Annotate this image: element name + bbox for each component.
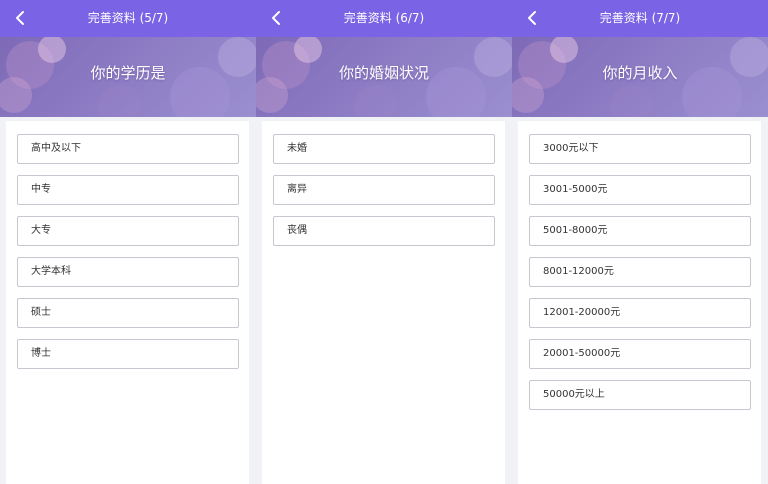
option-label: 20001-50000元 [543,348,621,359]
page-title: 完善资料 (5/7) [87,11,169,25]
options-panel: 未婚 离异 丧偶 [262,121,505,484]
option-label: 50000元以上 [543,389,605,400]
option-item[interactable]: 5001-8000元 [529,216,751,246]
option-item[interactable]: 3000元以下 [529,134,751,164]
option-item[interactable]: 离异 [273,175,495,205]
option-label: 博士 [31,348,51,359]
screen-marital-status: 完善资料 (6/7) 你的婚姻状况 未婚 离异 丧偶 [256,0,512,484]
banner: 你的学历是 [0,37,256,117]
option-label: 高中及以下 [31,143,81,154]
option-label: 3001-5000元 [543,184,608,195]
screen-education: 完善资料 (5/7) 你的学历是 高中及以下 中专 大专 大学本科 硕士 博士 [0,0,256,484]
option-label: 12001-20000元 [543,307,621,318]
screen-monthly-income: 完善资料 (7/7) 你的月收入 3000元以下 3001-5000元 5001… [512,0,768,484]
option-label: 5001-8000元 [543,225,608,236]
option-item[interactable]: 中专 [17,175,239,205]
option-label: 大专 [31,225,51,236]
option-item[interactable]: 3001-5000元 [529,175,751,205]
option-item[interactable]: 50000元以上 [529,380,751,410]
option-item[interactable]: 高中及以下 [17,134,239,164]
option-item[interactable]: 丧偶 [273,216,495,246]
option-item[interactable]: 硕士 [17,298,239,328]
banner: 你的婚姻状况 [256,37,512,117]
top-bar: 完善资料 (6/7) [256,0,512,37]
option-label: 8001-12000元 [543,266,614,277]
option-item[interactable]: 未婚 [273,134,495,164]
option-item[interactable]: 大学本科 [17,257,239,287]
option-item[interactable]: 12001-20000元 [529,298,751,328]
option-item[interactable]: 8001-12000元 [529,257,751,287]
option-label: 离异 [287,184,307,195]
banner: 你的月收入 [512,37,768,117]
option-item[interactable]: 大专 [17,216,239,246]
screens: 完善资料 (5/7) 你的学历是 高中及以下 中专 大专 大学本科 硕士 博士 [0,0,768,484]
option-label: 大学本科 [31,266,71,277]
option-item[interactable]: 20001-50000元 [529,339,751,369]
page-title: 完善资料 (7/7) [599,11,681,25]
option-label: 未婚 [287,143,307,154]
option-label: 中专 [31,184,51,195]
question-title: 你的月收入 [602,64,678,82]
option-label: 3000元以下 [543,143,599,154]
question-title: 你的学历是 [90,64,166,82]
option-label: 丧偶 [287,225,307,236]
top-bar: 完善资料 (5/7) [0,0,256,37]
options-panel: 3000元以下 3001-5000元 5001-8000元 8001-12000… [518,121,761,484]
page-title: 完善资料 (6/7) [343,11,425,25]
question-title: 你的婚姻状况 [338,64,429,82]
top-bar: 完善资料 (7/7) [512,0,768,37]
option-item[interactable]: 博士 [17,339,239,369]
option-label: 硕士 [31,307,51,318]
options-panel: 高中及以下 中专 大专 大学本科 硕士 博士 [6,121,249,484]
